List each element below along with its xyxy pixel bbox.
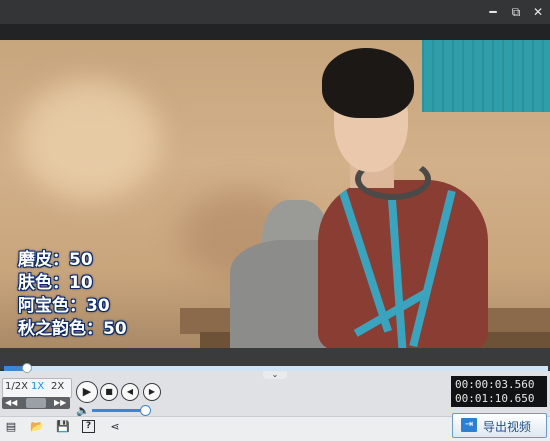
video-preview[interactable]: 磨皮：50 肤色：10 阿宝色：30 秋之韵色：50 xyxy=(0,40,550,348)
maximize-button[interactable]: ⧉ xyxy=(508,4,524,20)
blue-shutter xyxy=(422,40,550,112)
play-button[interactable]: ▶ xyxy=(76,381,98,403)
overlay-line-skin-tone: 肤色：10 xyxy=(18,273,93,293)
overlay-line-color-a: 阿宝色：30 xyxy=(18,296,110,316)
collapse-toggle[interactable]: ⌄ xyxy=(263,371,287,379)
speed-half-option[interactable]: 1/2X xyxy=(5,381,28,392)
minimize-button[interactable]: ━ xyxy=(485,4,501,20)
share-icon[interactable]: ⋖ xyxy=(108,420,122,434)
wall-texture xyxy=(20,80,160,200)
title-bar xyxy=(0,0,550,24)
new-file-icon[interactable]: ▤ xyxy=(4,420,18,434)
menu-strip xyxy=(0,24,550,40)
speed-slider[interactable]: ◀◀ ▶▶ xyxy=(2,397,70,409)
faster-arrow-icon[interactable]: ▶▶ xyxy=(54,397,66,409)
time-display: 00:00:03.560 00:01:10.650 xyxy=(451,376,547,407)
save-icon[interactable]: 💾 xyxy=(56,420,70,434)
volume-knob[interactable] xyxy=(140,405,151,416)
slower-arrow-icon[interactable]: ◀◀ xyxy=(5,397,17,409)
next-frame-button[interactable]: ▶ xyxy=(143,383,161,401)
export-video-button[interactable]: ⇥ 导出视频 xyxy=(452,413,547,438)
progress-knob[interactable] xyxy=(22,363,32,373)
help-icon[interactable]: ? xyxy=(82,420,95,433)
volume-fill xyxy=(92,409,145,412)
hair xyxy=(322,48,414,118)
sweater-stripe xyxy=(338,187,392,333)
close-button[interactable]: ✕ xyxy=(530,4,546,20)
overlay-line-smoothing: 磨皮：50 xyxy=(18,250,93,270)
stop-button[interactable]: ■ xyxy=(100,383,118,401)
sweater-stripe xyxy=(409,190,456,348)
red-sweater xyxy=(318,180,488,348)
speed-selector[interactable]: 1/2X 1X 2X xyxy=(2,378,72,398)
speed-1x-option[interactable]: 1X xyxy=(31,381,44,392)
open-folder-icon[interactable]: 📂 xyxy=(30,420,44,434)
previous-frame-button[interactable]: ◀ xyxy=(121,383,139,401)
export-icon: ⇥ xyxy=(461,418,477,432)
current-time: 00:00:03.560 xyxy=(455,378,535,391)
speed-slider-thumb[interactable] xyxy=(26,398,46,408)
overlay-line-color-b: 秋之韵色：50 xyxy=(18,319,127,339)
speed-2x-option[interactable]: 2X xyxy=(51,381,64,392)
total-time: 00:01:10.650 xyxy=(455,392,535,405)
export-video-label: 导出视频 xyxy=(483,420,532,434)
